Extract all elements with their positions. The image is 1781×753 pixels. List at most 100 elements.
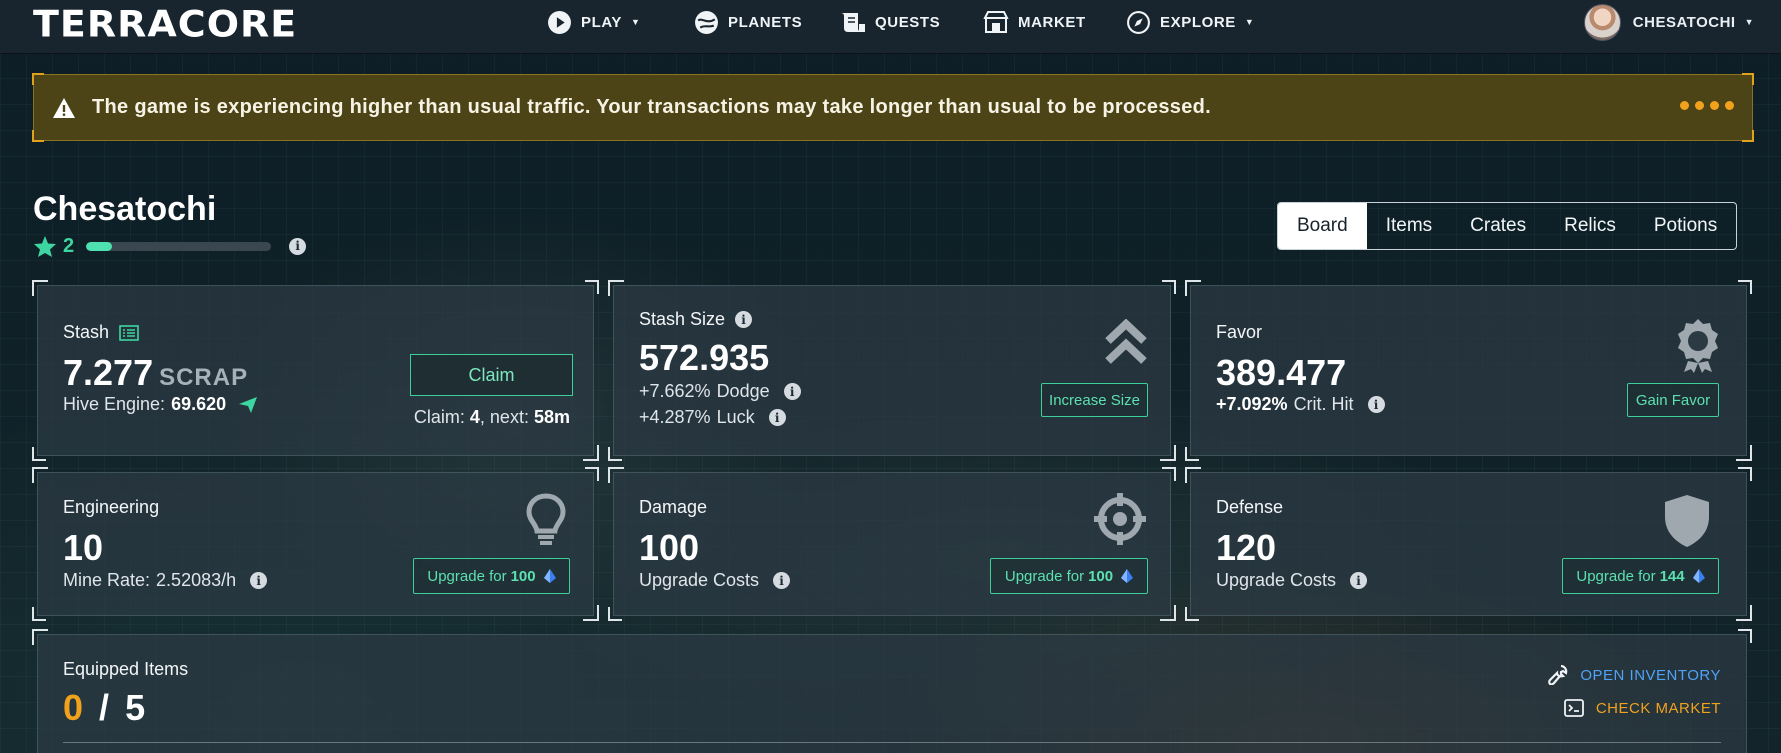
open-inventory-link[interactable]: OPEN INVENTORY: [1548, 665, 1721, 685]
tab-potions[interactable]: Potions: [1635, 203, 1736, 249]
nav-planets-label: PLANETS: [728, 13, 803, 31]
stash-amount: 7.277: [63, 352, 154, 393]
stash-card: Stash 7.277 SCRAP Hive Engine: 69.620 Cla…: [32, 280, 599, 461]
wrench-icon: [1548, 665, 1568, 685]
engineering-title: Engineering: [63, 497, 160, 517]
damage-title: Damage: [639, 497, 708, 517]
tab-crates[interactable]: Crates: [1451, 203, 1545, 249]
luck-stat: +4.287% Luck i: [639, 407, 786, 428]
upgrade-engineering-button[interactable]: Upgrade for 100: [413, 558, 570, 594]
user-menu[interactable]: CHESATOCHI ▼: [1583, 3, 1754, 41]
upgrade-damage-button[interactable]: Upgrade for 100: [990, 558, 1148, 594]
stash-title-label: Stash: [63, 322, 110, 342]
equipped-items-card: Equipped Items 0 / 5 OPEN INVENTORY CHEC…: [32, 629, 1752, 753]
next-label: , next:: [479, 407, 529, 427]
upgrade-label: Upgrade for: [1004, 567, 1085, 585]
crystal-icon: [1121, 569, 1134, 583]
claim-count: 4: [469, 407, 480, 427]
double-chevron-up-icon: [1105, 319, 1147, 364]
shield-icon: [1665, 495, 1709, 547]
crit-hit-value: +7.092%: [1216, 394, 1288, 414]
planet-icon: [693, 9, 719, 35]
player-name: Chesatochi: [33, 190, 217, 228]
equipped-max: 5: [125, 687, 146, 728]
divider: [63, 742, 1721, 743]
terminal-icon: [1563, 699, 1584, 717]
gain-favor-button[interactable]: Gain Favor: [1627, 383, 1719, 417]
send-icon[interactable]: [238, 396, 258, 414]
crit-hit-stat: +7.092% Crit. Hit i: [1216, 394, 1385, 415]
list-icon: [119, 324, 139, 341]
tab-items[interactable]: Items: [1367, 203, 1451, 249]
chevron-down-icon: ▼: [1744, 17, 1754, 27]
increase-size-button[interactable]: Increase Size: [1041, 383, 1148, 417]
info-icon: i: [768, 409, 786, 426]
damage-value: 100: [639, 527, 700, 568]
hive-engine-value: 69.620: [171, 394, 227, 414]
crit-hit-label: Crit. Hit: [1293, 394, 1354, 414]
nav-planets[interactable]: PLANETS: [693, 8, 802, 36]
nav-quests-label: QUESTS: [875, 13, 941, 31]
board-tabs: Board Items Crates Relics Potions: [1277, 202, 1738, 250]
stash-size-title-label: Stash Size: [639, 309, 726, 329]
tab-relics[interactable]: Relics: [1545, 203, 1635, 249]
equipped-current: 0: [63, 687, 84, 728]
award-badge-icon: [1678, 319, 1718, 373]
defense-upgrade-costs: Upgrade Costs i: [1216, 570, 1368, 591]
crosshair-icon: [1094, 493, 1146, 545]
info-icon[interactable]: i: [1350, 572, 1368, 589]
info-icon[interactable]: i: [783, 383, 801, 400]
mine-rate-value: 2.52083/h: [156, 570, 237, 590]
damage-upgrade-costs: Upgrade Costs i: [639, 570, 791, 591]
dodge-value: +7.662%: [639, 381, 711, 401]
nav-play[interactable]: PLAY ▼: [546, 8, 641, 36]
stash-title: Stash: [63, 322, 139, 343]
favor-value: 389.477: [1216, 352, 1347, 393]
stash-unit: SCRAP: [159, 364, 249, 391]
info-icon[interactable]: i: [250, 572, 268, 589]
claim-button[interactable]: Claim: [410, 354, 573, 396]
open-inventory-label: OPEN INVENTORY: [1580, 666, 1721, 684]
stash-value: 7.277 SCRAP: [63, 352, 248, 394]
info-icon[interactable]: i: [1367, 396, 1385, 413]
favor-card: Favor 389.477 +7.092% Crit. Hit i Gain F…: [1185, 280, 1752, 461]
upgrade-cost: 100: [1088, 567, 1114, 585]
store-icon: [983, 9, 1009, 35]
nav-quests[interactable]: QUESTS: [840, 8, 940, 36]
equipped-separator: /: [99, 687, 110, 728]
stash-size-card: Stash Size i 572.935 +7.662% Dodge i +4.…: [608, 280, 1176, 461]
info-icon[interactable]: i: [289, 237, 307, 255]
username: CHESATOCHI: [1632, 13, 1736, 31]
nav-explore-label: EXPLORE: [1160, 13, 1236, 31]
mine-rate-label: Mine Rate:: [63, 570, 151, 590]
star-icon: [34, 235, 56, 257]
defense-value: 120: [1216, 527, 1277, 568]
upgrade-defense-button[interactable]: Upgrade for 144: [1562, 558, 1719, 594]
nav-market[interactable]: MARKET: [983, 8, 1086, 36]
nav-play-label: PLAY: [581, 13, 623, 31]
crystal-icon: [1692, 569, 1705, 583]
engineering-value: 10: [63, 527, 104, 568]
damage-card: Damage 100 Upgrade Costs i Upgrade for 10…: [608, 467, 1176, 621]
upgrade-label: Upgrade for: [1576, 567, 1656, 585]
mine-rate-stat: Mine Rate: 2.52083/h i: [63, 570, 268, 591]
check-market-link[interactable]: CHECK MARKET: [1563, 699, 1721, 717]
upgrade-costs-label: Upgrade Costs: [639, 570, 760, 590]
tab-board[interactable]: Board: [1278, 203, 1367, 249]
nav-market-label: MARKET: [1018, 13, 1086, 31]
traffic-warning-banner: The game is experiencing higher than usu…: [32, 73, 1754, 142]
claim-status: Claim: 4, next: 58m: [414, 407, 570, 428]
stash-size-title: Stash Size i: [639, 309, 753, 330]
scroll-icon: [840, 9, 866, 35]
engineering-card: Engineering 10 Mine Rate: 2.52083/h i Up…: [32, 467, 599, 621]
info-icon[interactable]: i: [735, 311, 753, 328]
terracore-logo[interactable]: TERRACORE: [33, 3, 297, 45]
check-market-label: CHECK MARKET: [1595, 699, 1721, 717]
dodge-stat: +7.662% Dodge i: [639, 381, 801, 402]
next-claim-time: 58m: [533, 407, 570, 427]
player-level: 2 i: [33, 234, 307, 258]
info-icon[interactable]: i: [773, 572, 791, 589]
luck-value: +4.287%: [639, 407, 711, 427]
nav-explore[interactable]: EXPLORE ▼: [1125, 8, 1254, 36]
level-number: 2: [63, 234, 75, 257]
